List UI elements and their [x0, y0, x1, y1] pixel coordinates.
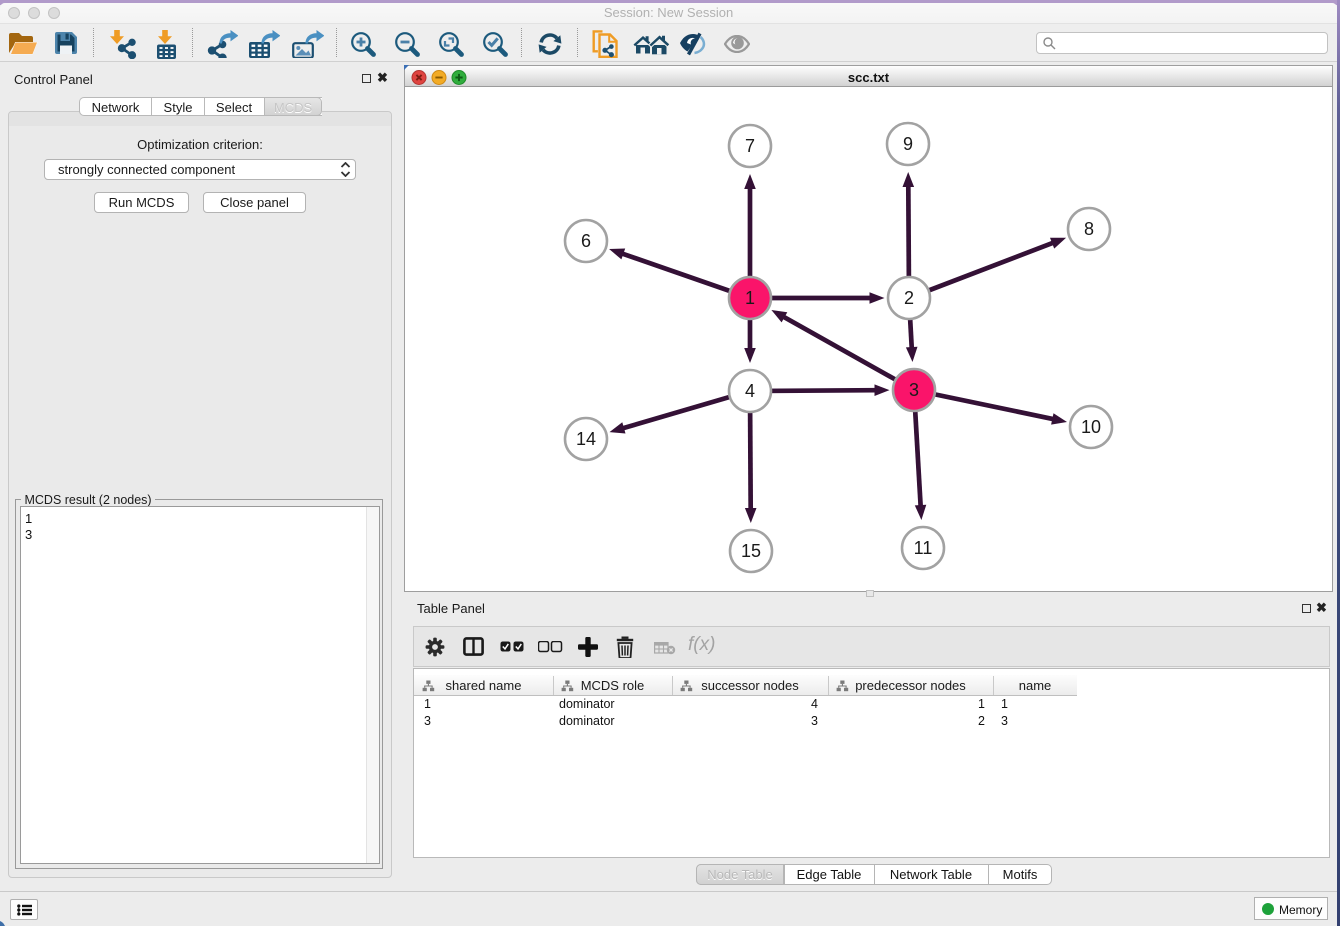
svg-text:8: 8	[1084, 219, 1094, 239]
svg-text:7: 7	[745, 136, 755, 156]
svg-text:2: 2	[904, 288, 914, 308]
svg-text:10: 10	[1081, 417, 1101, 437]
svg-text:15: 15	[741, 541, 761, 561]
svg-text:6: 6	[581, 231, 591, 251]
svg-text:1: 1	[745, 288, 755, 308]
svg-text:3: 3	[909, 380, 919, 400]
svg-text:11: 11	[914, 538, 933, 558]
svg-text:9: 9	[903, 134, 913, 154]
svg-text:4: 4	[745, 381, 755, 401]
svg-text:14: 14	[576, 429, 596, 449]
